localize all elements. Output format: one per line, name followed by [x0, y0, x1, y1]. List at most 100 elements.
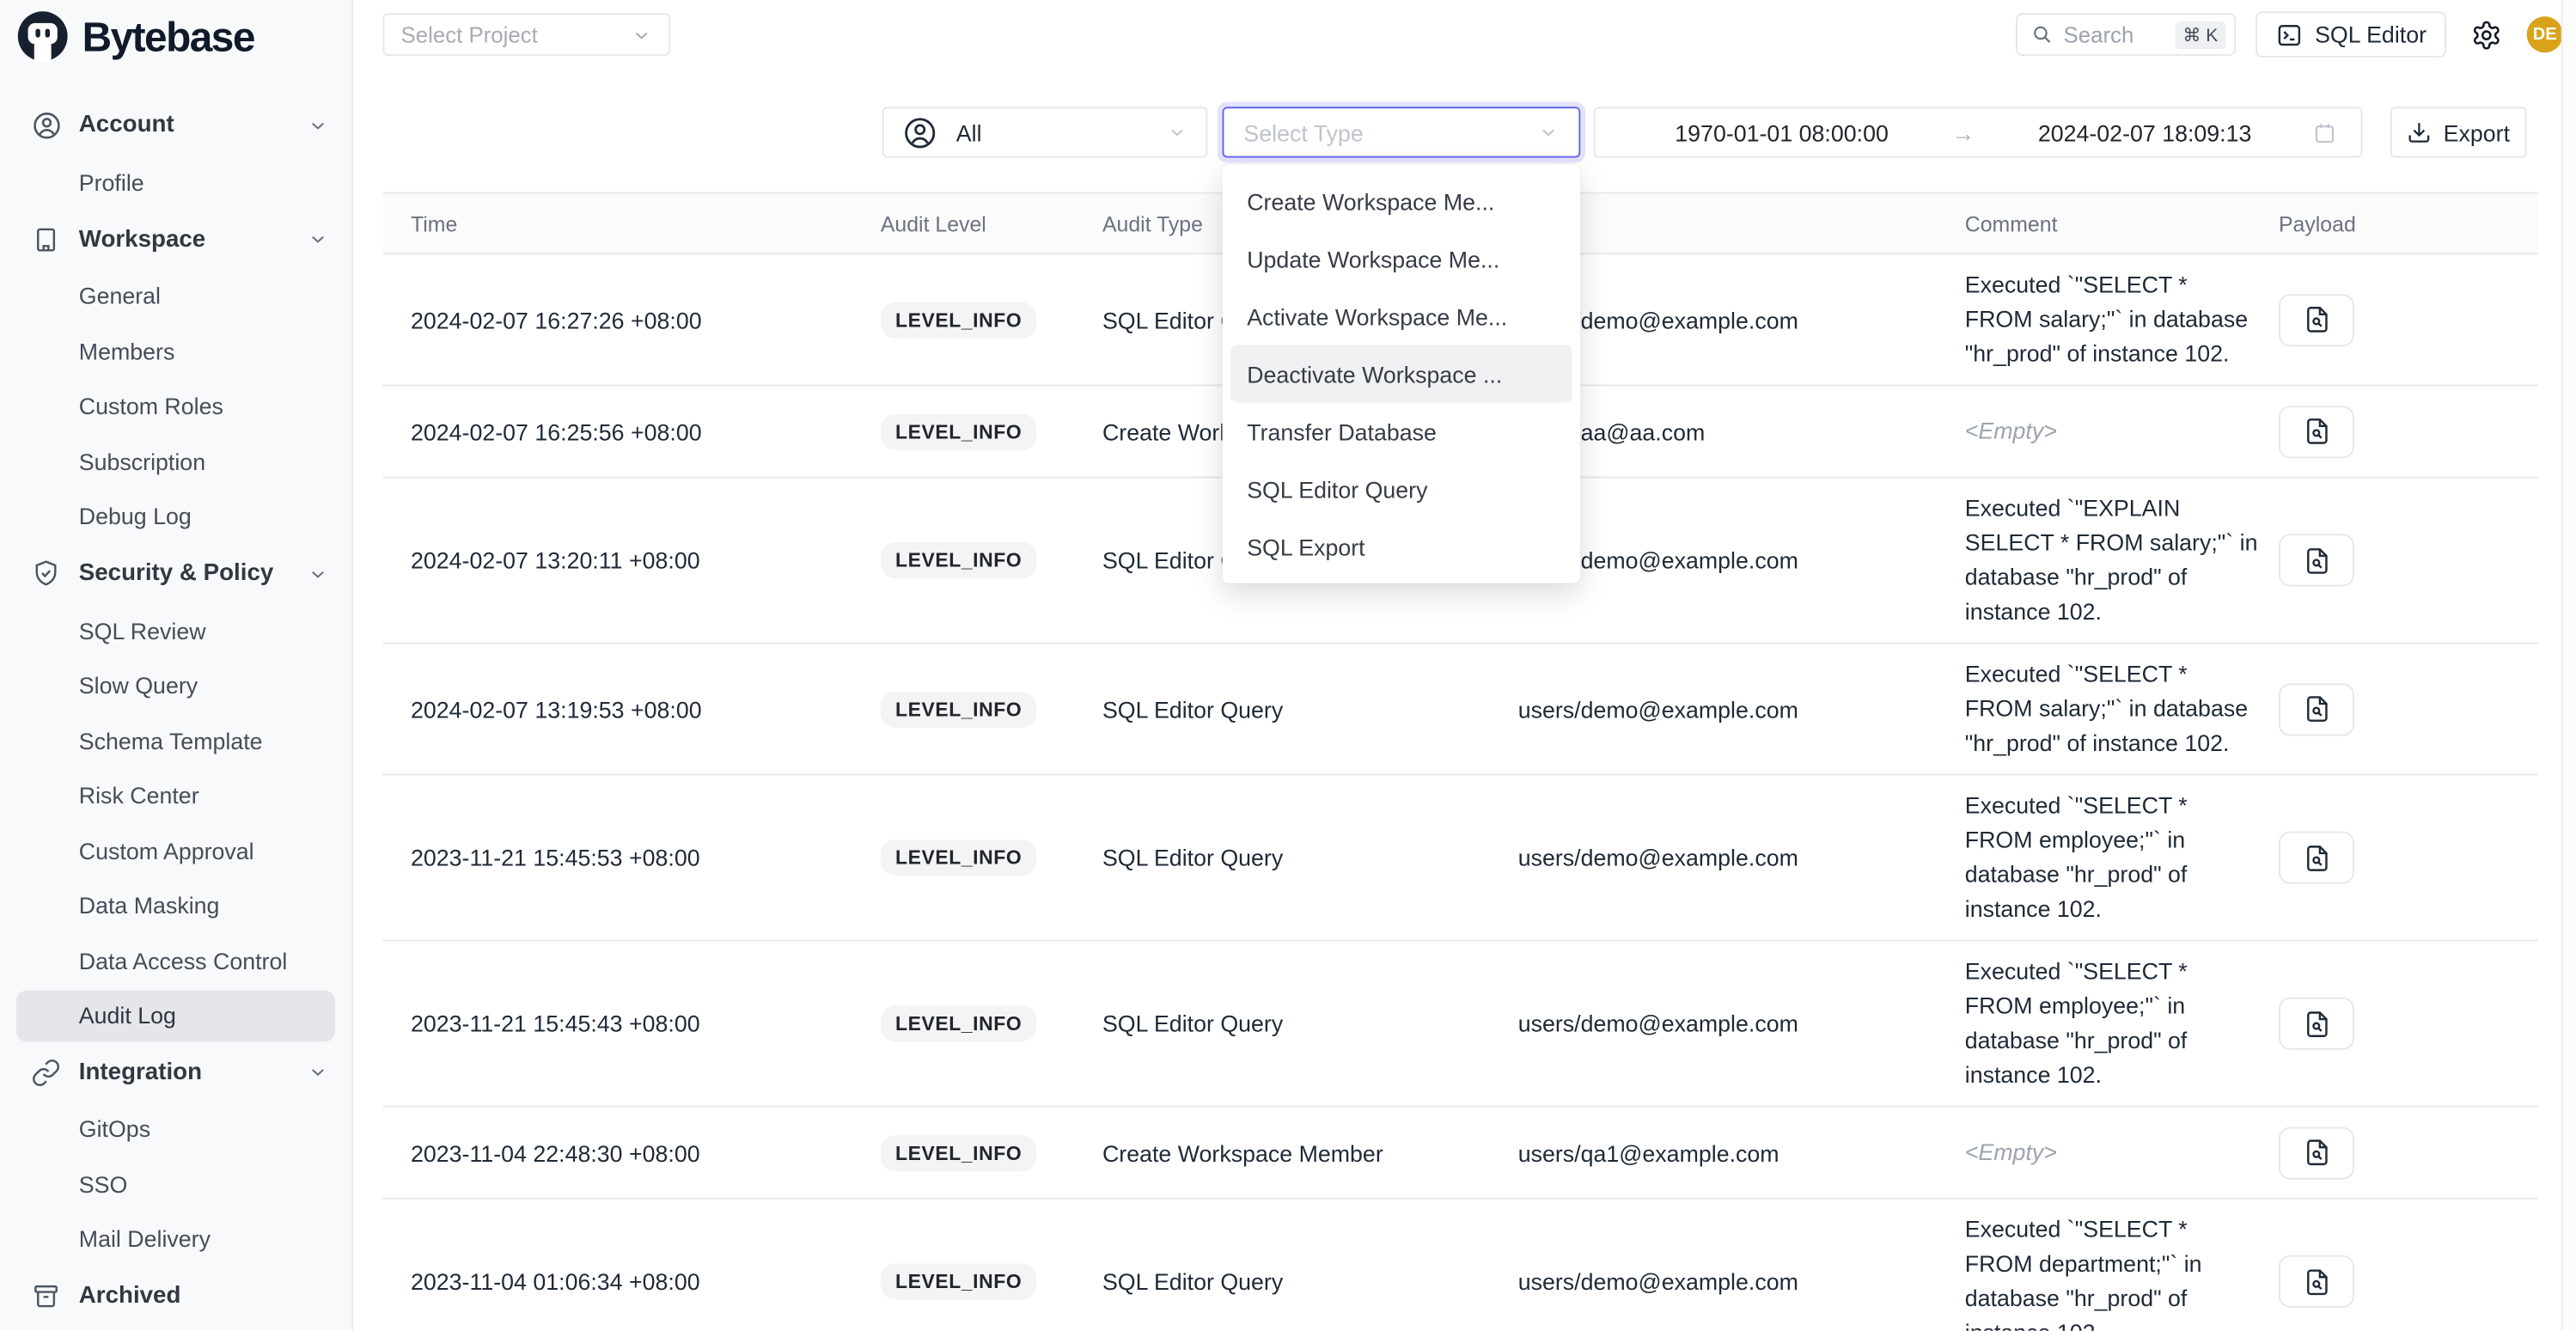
chevron-down-icon [308, 1061, 329, 1083]
sidebar-item-label: Profile [79, 168, 144, 195]
sidebar-item-data-access-control[interactable]: Data Access Control [0, 933, 351, 988]
row-payload [2279, 405, 2511, 457]
chevron-down-icon [631, 24, 652, 46]
sidebar-item-general[interactable]: General [0, 269, 351, 324]
payload-view-button[interactable] [2279, 682, 2354, 735]
row-actor: users/demo@example.com [1518, 696, 1965, 723]
date-to-value[interactable]: 2024-02-07 18:09:13 [1981, 119, 2308, 146]
row-audit-level: LEVEL_INFO [881, 542, 1102, 578]
type-option-update-workspace-me[interactable]: Update Workspace Me... [1230, 230, 1572, 288]
row-audit-level: LEVEL_INFO [881, 1134, 1102, 1170]
sidebar-item-schema-template[interactable]: Schema Template [0, 713, 351, 768]
row-time: 2024-02-07 13:19:53 +08:00 [382, 696, 880, 723]
type-option-sql-editor-query[interactable]: SQL Editor Query [1230, 460, 1572, 517]
sidebar-item-label: Custom Roles [79, 393, 223, 419]
audit-log-filterbar: All Select Type 1970-01-01 08:00:00 → 20… [355, 107, 2576, 157]
type-option-create-workspace-me[interactable]: Create Workspace Me... [1230, 173, 1572, 230]
row-comment: Executed `"SELECT * FROM salary;"` in da… [1965, 254, 2279, 384]
page-scrollbar[interactable] [2561, 0, 2576, 1331]
sidebar-item-label: Debug Log [79, 504, 192, 530]
type-option-transfer-database[interactable]: Transfer Database [1230, 402, 1572, 460]
row-comment: Executed `"SELECT * FROM department;"` i… [1965, 1200, 2279, 1331]
sidebar-item-slow-query[interactable]: Slow Query [0, 658, 351, 713]
type-option-deactivate-workspace[interactable]: Deactivate Workspace ... [1230, 345, 1572, 403]
sidebar-item-label: Slow Query [79, 672, 198, 699]
date-range-picker[interactable]: 1970-01-01 08:00:00 → 2024-02-07 18:09:1… [1594, 107, 2363, 157]
table-row: 2023-11-04 01:06:34 +08:00LEVEL_INFOSQL … [382, 1200, 2538, 1331]
sidebar-section-label: Archived [79, 1283, 181, 1310]
type-filter-select[interactable]: Select Type [1223, 107, 1581, 157]
payload-view-button[interactable] [2279, 1255, 2354, 1308]
sidebar-section-security-policy[interactable]: Security & Policy [0, 544, 351, 603]
avatar[interactable]: DE [2527, 16, 2563, 52]
sidebar-item-audit-log[interactable]: Audit Log [16, 990, 335, 1041]
sidebar-section-integration[interactable]: Integration [0, 1042, 351, 1102]
payload-view-button[interactable] [2279, 293, 2354, 345]
level-badge: LEVEL_INFO [881, 691, 1037, 727]
sidebar-item-label: SSO [79, 1171, 128, 1198]
row-audit-level: LEVEL_INFO [881, 691, 1102, 727]
payload-view-button[interactable] [2279, 534, 2354, 586]
sidebar-item-sso[interactable]: SSO [0, 1157, 351, 1212]
payload-view-button[interactable] [2279, 831, 2354, 883]
level-badge: LEVEL_INFO [881, 1263, 1037, 1299]
sidebar-item-sql-review[interactable]: SQL Review [0, 603, 351, 658]
sidebar-item-label: Data Masking [79, 893, 220, 919]
project-select[interactable]: Select Project [382, 13, 670, 56]
shield-check-icon [29, 557, 62, 589]
row-audit-level: LEVEL_INFO [881, 1005, 1102, 1041]
date-from-value[interactable]: 1970-01-01 08:00:00 [1618, 119, 1944, 146]
sidebar-item-custom-approval[interactable]: Custom Approval [0, 823, 351, 878]
table-row: 2023-11-21 15:45:43 +08:00LEVEL_INFOSQL … [382, 942, 2538, 1108]
actor-filter-select[interactable]: All [882, 107, 1208, 157]
sql-editor-button[interactable]: SQL Editor [2256, 11, 2446, 58]
sidebar-item-label: Schema Template [79, 728, 263, 754]
row-audit-level: LEVEL_INFO [881, 413, 1102, 449]
payload-view-button[interactable] [2279, 1126, 2354, 1179]
sidebar-item-mail-delivery[interactable]: Mail Delivery [0, 1212, 351, 1267]
sidebar-item-subscription[interactable]: Subscription [0, 434, 351, 489]
bytebase-logo[interactable]: Bytebase [0, 0, 351, 67]
sidebar-item-data-masking[interactable]: Data Masking [0, 878, 351, 933]
sql-editor-label: SQL Editor [2315, 21, 2426, 48]
payload-view-button[interactable] [2279, 998, 2354, 1050]
row-audit-level: LEVEL_INFO [881, 840, 1102, 876]
row-time: 2023-11-04 22:48:30 +08:00 [382, 1139, 880, 1166]
user-circle-icon [29, 108, 62, 141]
sidebar-item-custom-roles[interactable]: Custom Roles [0, 379, 351, 434]
row-audit-type: Create Workspace Member [1102, 1139, 1518, 1166]
sidebar-item-gitops[interactable]: GitOps [0, 1102, 351, 1157]
sidebar-item-label: Audit Log [79, 1002, 176, 1029]
sidebar-section-workspace[interactable]: Workspace [0, 210, 351, 269]
row-comment: Executed `"SELECT * FROM employee;"` in … [1965, 942, 2279, 1106]
type-option-sql-export[interactable]: SQL Export [1230, 517, 1572, 575]
sidebar-section-archived[interactable]: Archived [0, 1267, 351, 1326]
sidebar-item-members[interactable]: Members [0, 324, 351, 379]
row-time: 2024-02-07 13:20:11 +08:00 [382, 547, 880, 574]
gear-icon[interactable] [2471, 19, 2502, 50]
row-comment: <Empty> [1965, 401, 2279, 462]
sidebar: Bytebase Account Profile Workspace General M… [0, 0, 353, 1331]
type-option-activate-workspace-me[interactable]: Activate Workspace Me... [1230, 288, 1572, 345]
sidebar-section-account[interactable]: Account [0, 95, 351, 155]
sidebar-item-label: SQL Review [79, 617, 206, 644]
row-payload [2279, 831, 2511, 883]
payload-view-button[interactable] [2279, 405, 2354, 457]
sidebar-item-risk-center[interactable]: Risk Center [0, 768, 351, 823]
search-input[interactable]: Search ⌘ K [2016, 13, 2236, 56]
row-comment: Executed `"SELECT * FROM employee;"` in … [1965, 775, 2279, 939]
row-audit-type: SQL Editor Query [1102, 1268, 1518, 1295]
sidebar-section-label: Security & Policy [79, 560, 274, 587]
row-actor: users/demo@example.com [1518, 307, 1965, 333]
sidebar-item-label: General [79, 283, 161, 309]
sidebar-item-debug-log[interactable]: Debug Log [0, 489, 351, 544]
export-button[interactable]: Export [2390, 107, 2527, 157]
table-row: 2023-11-21 15:45:53 +08:00LEVEL_INFOSQL … [382, 775, 2538, 941]
level-badge: LEVEL_INFO [881, 542, 1037, 578]
row-audit-level: LEVEL_INFO [881, 302, 1102, 338]
user-circle-icon [902, 114, 938, 150]
row-payload [2279, 1126, 2511, 1179]
sidebar-item-profile[interactable]: Profile [0, 155, 351, 210]
download-icon [2408, 120, 2433, 145]
row-comment: Executed `"SELECT * FROM salary;"` in da… [1965, 644, 2279, 774]
